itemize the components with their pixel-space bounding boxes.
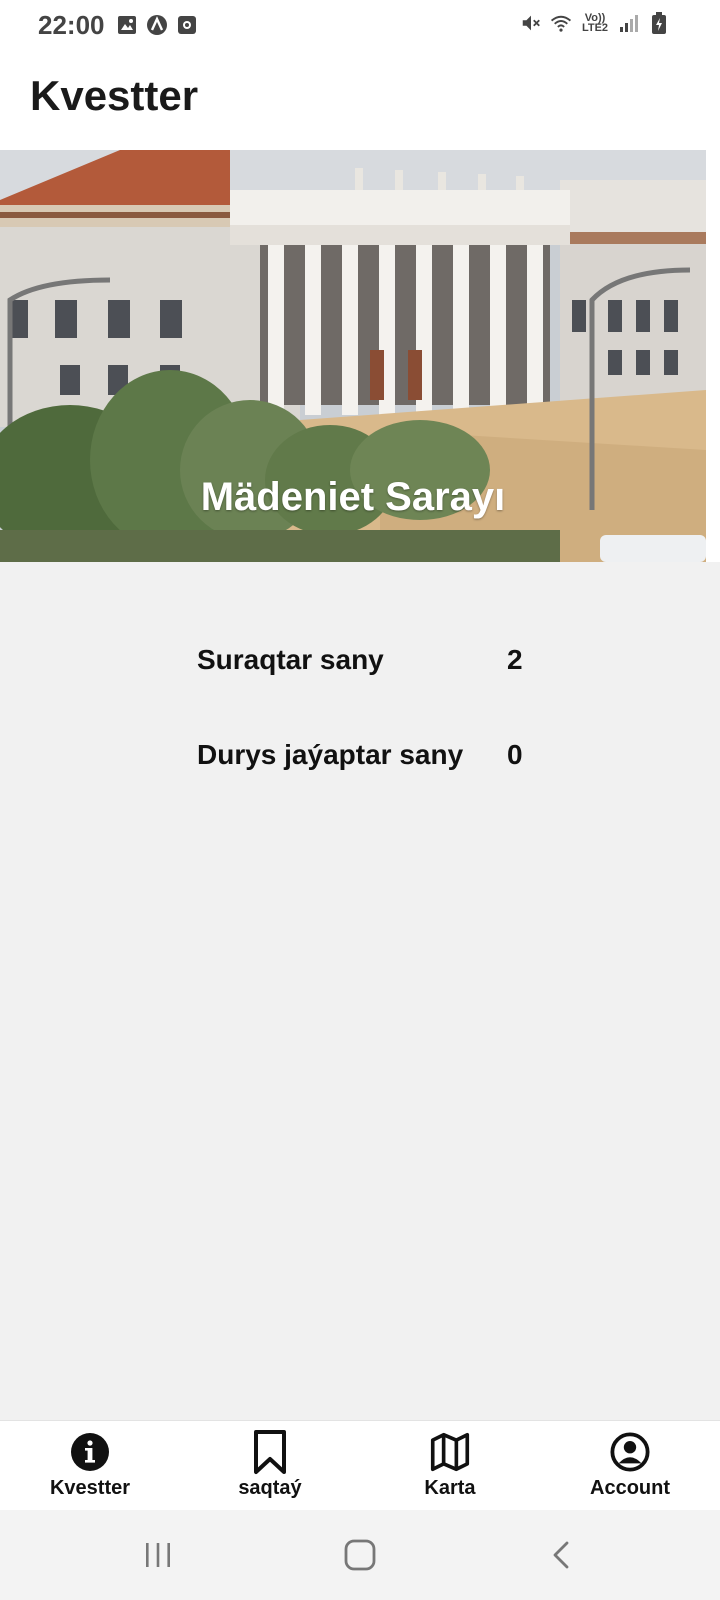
account-icon [610, 1429, 650, 1475]
stat-value: 2 [507, 644, 523, 675]
quest-details: Suraqtar sany 2 Durys jaýaptar sany 0 [0, 562, 720, 1420]
stat-label: Durys jaýaptar sany [197, 739, 464, 770]
app-screen: 22:00 Vo)) LTE2 Kvestter Mädeniet Sarayı… [0, 0, 720, 1600]
app-a-icon [146, 14, 168, 36]
stat-row-correct-answers: Durys jaýaptar sany 0 [197, 739, 537, 779]
nav-label: saqtaý [238, 1477, 302, 1499]
nav-item-map[interactable]: Karta [360, 1421, 540, 1511]
stat-value: 0 [507, 739, 523, 770]
info-icon [70, 1429, 110, 1475]
app-square-icon [176, 14, 198, 36]
nav-item-account[interactable]: Account [540, 1421, 720, 1511]
wifi-icon [550, 12, 572, 34]
status-time: 22:00 [38, 10, 105, 40]
page-title: Kvestter [30, 72, 199, 119]
quest-title: Mädeniet Sarayı [200, 475, 506, 519]
map-icon [430, 1429, 470, 1475]
home-icon[interactable] [330, 1532, 390, 1578]
recent-apps-icon[interactable] [128, 1532, 188, 1578]
signal-icon [618, 12, 640, 34]
bottom-navigation: Kvestter saqtaý Karta Account [0, 1420, 720, 1510]
quest-hero-image[interactable]: Mädeniet Sarayı [0, 150, 706, 562]
nav-item-saved[interactable]: saqtaý [180, 1421, 360, 1511]
nav-label: Kvestter [49, 1477, 131, 1499]
app-bar: Kvestter [0, 52, 720, 150]
nav-item-quests[interactable]: Kvestter [0, 1421, 180, 1511]
back-icon[interactable] [532, 1532, 592, 1578]
nav-label: Account [590, 1477, 670, 1499]
status-bar: 22:00 Vo)) LTE2 [0, 0, 720, 52]
nav-label: Karta [424, 1477, 476, 1499]
status-left-icons [116, 14, 198, 36]
lte-icon: Vo)) LTE2 [580, 12, 610, 34]
stat-row-questions: Suraqtar sany 2 [197, 644, 537, 684]
bookmark-icon [250, 1429, 290, 1475]
lte-line-2: LTE2 [581, 22, 609, 34]
system-navigation-bar [0, 1510, 720, 1600]
status-right-icons: Vo)) LTE2 [520, 12, 670, 34]
stat-label: Suraqtar sany [197, 644, 384, 675]
gallery-icon [116, 14, 138, 36]
battery-icon [648, 12, 670, 34]
mute-icon [520, 12, 542, 34]
